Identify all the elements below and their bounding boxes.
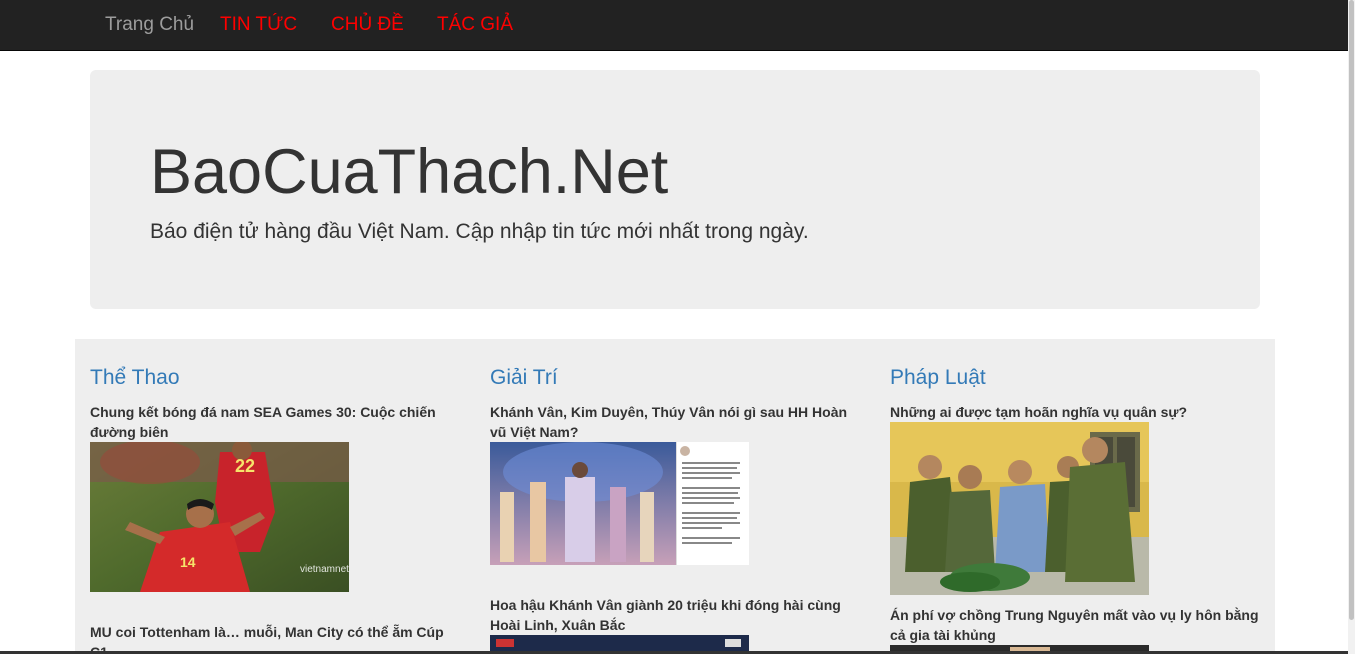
vietnamnet-watermark: vietnamnet <box>300 564 349 575</box>
svg-text:22: 22 <box>235 456 255 476</box>
article-title[interactable]: MU coi Tottenham là… muỗi, Man City có t… <box>90 622 460 654</box>
article-title[interactable]: Chung kết bóng đá nam SEA Games 30: Cuộc… <box>90 402 460 442</box>
football-player-celebrating-image[interactable]: 22 14 vietnamnet <box>90 442 349 592</box>
nav-home-link[interactable]: Trang Chủ <box>105 13 194 37</box>
nav-news-link[interactable]: TIN TỨC <box>220 13 297 37</box>
article-title[interactable]: Khánh Vân, Kim Duyên, Thúy Vân nói gì sa… <box>490 402 860 442</box>
news-content-area: Thể Thao Chung kết bóng đá nam SEA Games… <box>75 339 1275 654</box>
site-tagline: Báo điện tử hàng đầu Việt Nam. Cập nhập … <box>150 220 809 243</box>
category-title[interactable]: Giải Trí <box>490 365 558 391</box>
nav-topics-link[interactable]: CHỦ ĐỀ <box>331 13 404 37</box>
top-navbar: Trang Chủ TIN TỨC CHỦ ĐỀ TÁC GIẢ <box>0 0 1348 51</box>
beauty-pageant-crowning-image[interactable] <box>490 442 749 565</box>
svg-text:14: 14 <box>180 554 196 570</box>
article-title[interactable]: Án phí vợ chồng Trung Nguyên mất vào vụ … <box>890 605 1260 645</box>
article-title[interactable]: Hoa hậu Khánh Vân giành 20 triệu khi đón… <box>490 595 860 635</box>
article-card: Những ai được tạm hoãn nghĩa vụ quân sự? <box>890 402 1260 595</box>
article-card: Hoa hậu Khánh Vân giành 20 triệu khi đón… <box>490 595 860 654</box>
category-title[interactable]: Pháp Luật <box>890 365 986 391</box>
category-title[interactable]: Thể Thao <box>90 365 180 391</box>
scrollbar-thumb[interactable] <box>1349 0 1354 620</box>
nav-authors-link[interactable]: TÁC GIẢ <box>437 13 513 37</box>
article-card: Khánh Vân, Kim Duyên, Thúy Vân nói gì sa… <box>490 402 860 565</box>
article-title[interactable]: Những ai được tạm hoãn nghĩa vụ quân sự? <box>890 402 1260 422</box>
page-scrollbar[interactable] <box>1348 0 1355 654</box>
article-card: Án phí vợ chồng Trung Nguyên mất vào vụ … <box>890 605 1260 654</box>
site-title: BaoCuaThach.Net <box>150 137 669 207</box>
article-card: MU coi Tottenham là… muỗi, Man City có t… <box>90 622 460 654</box>
article-card: Chung kết bóng đá nam SEA Games 30: Cuộc… <box>90 402 460 592</box>
hero-banner: BaoCuaThach.Net Báo điện tử hàng đầu Việ… <box>90 70 1260 309</box>
soldiers-meeting-image[interactable] <box>890 422 1149 595</box>
